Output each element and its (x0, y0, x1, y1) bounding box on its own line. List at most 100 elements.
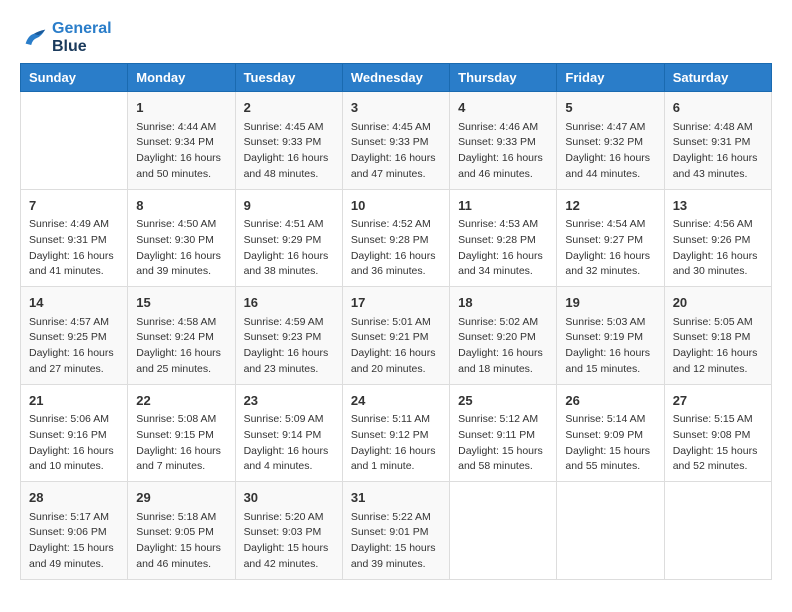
calendar-cell: 11Sunrise: 4:53 AM Sunset: 9:28 PM Dayli… (450, 189, 557, 287)
day-number: 1 (136, 98, 226, 118)
day-number: 27 (673, 391, 763, 411)
day-number: 14 (29, 293, 119, 313)
day-number: 4 (458, 98, 548, 118)
day-info: Sunrise: 4:45 AM Sunset: 9:33 PM Dayligh… (244, 120, 334, 183)
day-number: 15 (136, 293, 226, 313)
calendar-cell (664, 482, 771, 580)
day-info: Sunrise: 5:01 AM Sunset: 9:21 PM Dayligh… (351, 315, 441, 378)
day-number: 29 (136, 488, 226, 508)
day-info: Sunrise: 4:48 AM Sunset: 9:31 PM Dayligh… (673, 120, 763, 183)
logo-icon (20, 24, 48, 52)
calendar-cell (557, 482, 664, 580)
calendar-cell: 4Sunrise: 4:46 AM Sunset: 9:33 PM Daylig… (450, 92, 557, 190)
day-number: 17 (351, 293, 441, 313)
calendar-cell: 23Sunrise: 5:09 AM Sunset: 9:14 PM Dayli… (235, 384, 342, 482)
day-number: 24 (351, 391, 441, 411)
day-number: 20 (673, 293, 763, 313)
calendar-cell: 15Sunrise: 4:58 AM Sunset: 9:24 PM Dayli… (128, 287, 235, 385)
calendar-cell: 26Sunrise: 5:14 AM Sunset: 9:09 PM Dayli… (557, 384, 664, 482)
day-info: Sunrise: 4:53 AM Sunset: 9:28 PM Dayligh… (458, 217, 548, 280)
logo: General Blue (20, 20, 112, 55)
calendar-cell: 10Sunrise: 4:52 AM Sunset: 9:28 PM Dayli… (342, 189, 449, 287)
logo-text: General Blue (52, 20, 112, 55)
day-number: 28 (29, 488, 119, 508)
day-number: 25 (458, 391, 548, 411)
day-info: Sunrise: 4:50 AM Sunset: 9:30 PM Dayligh… (136, 217, 226, 280)
day-info: Sunrise: 5:08 AM Sunset: 9:15 PM Dayligh… (136, 412, 226, 475)
day-info: Sunrise: 5:02 AM Sunset: 9:20 PM Dayligh… (458, 315, 548, 378)
calendar-cell: 12Sunrise: 4:54 AM Sunset: 9:27 PM Dayli… (557, 189, 664, 287)
day-info: Sunrise: 5:06 AM Sunset: 9:16 PM Dayligh… (29, 412, 119, 475)
week-row-2: 7Sunrise: 4:49 AM Sunset: 9:31 PM Daylig… (21, 189, 772, 287)
day-info: Sunrise: 4:54 AM Sunset: 9:27 PM Dayligh… (565, 217, 655, 280)
calendar-cell: 5Sunrise: 4:47 AM Sunset: 9:32 PM Daylig… (557, 92, 664, 190)
calendar-cell: 8Sunrise: 4:50 AM Sunset: 9:30 PM Daylig… (128, 189, 235, 287)
day-info: Sunrise: 4:49 AM Sunset: 9:31 PM Dayligh… (29, 217, 119, 280)
day-info: Sunrise: 4:46 AM Sunset: 9:33 PM Dayligh… (458, 120, 548, 183)
week-row-1: 1Sunrise: 4:44 AM Sunset: 9:34 PM Daylig… (21, 92, 772, 190)
page-header: General Blue (20, 20, 772, 55)
calendar-cell: 1Sunrise: 4:44 AM Sunset: 9:34 PM Daylig… (128, 92, 235, 190)
column-header-wednesday: Wednesday (342, 64, 449, 92)
day-info: Sunrise: 4:57 AM Sunset: 9:25 PM Dayligh… (29, 315, 119, 378)
calendar-cell: 28Sunrise: 5:17 AM Sunset: 9:06 PM Dayli… (21, 482, 128, 580)
day-number: 10 (351, 196, 441, 216)
day-info: Sunrise: 5:05 AM Sunset: 9:18 PM Dayligh… (673, 315, 763, 378)
column-header-saturday: Saturday (664, 64, 771, 92)
calendar-cell: 27Sunrise: 5:15 AM Sunset: 9:08 PM Dayli… (664, 384, 771, 482)
calendar-cell: 31Sunrise: 5:22 AM Sunset: 9:01 PM Dayli… (342, 482, 449, 580)
week-row-5: 28Sunrise: 5:17 AM Sunset: 9:06 PM Dayli… (21, 482, 772, 580)
day-info: Sunrise: 4:58 AM Sunset: 9:24 PM Dayligh… (136, 315, 226, 378)
day-number: 6 (673, 98, 763, 118)
calendar-cell: 17Sunrise: 5:01 AM Sunset: 9:21 PM Dayli… (342, 287, 449, 385)
calendar-cell: 24Sunrise: 5:11 AM Sunset: 9:12 PM Dayli… (342, 384, 449, 482)
day-number: 8 (136, 196, 226, 216)
calendar-cell: 7Sunrise: 4:49 AM Sunset: 9:31 PM Daylig… (21, 189, 128, 287)
day-info: Sunrise: 5:09 AM Sunset: 9:14 PM Dayligh… (244, 412, 334, 475)
day-number: 5 (565, 98, 655, 118)
day-info: Sunrise: 5:14 AM Sunset: 9:09 PM Dayligh… (565, 412, 655, 475)
day-info: Sunrise: 4:52 AM Sunset: 9:28 PM Dayligh… (351, 217, 441, 280)
day-number: 11 (458, 196, 548, 216)
column-header-thursday: Thursday (450, 64, 557, 92)
column-header-monday: Monday (128, 64, 235, 92)
day-info: Sunrise: 5:20 AM Sunset: 9:03 PM Dayligh… (244, 510, 334, 573)
week-row-4: 21Sunrise: 5:06 AM Sunset: 9:16 PM Dayli… (21, 384, 772, 482)
calendar-cell (21, 92, 128, 190)
day-number: 19 (565, 293, 655, 313)
day-number: 13 (673, 196, 763, 216)
day-info: Sunrise: 5:15 AM Sunset: 9:08 PM Dayligh… (673, 412, 763, 475)
calendar-cell: 18Sunrise: 5:02 AM Sunset: 9:20 PM Dayli… (450, 287, 557, 385)
week-row-3: 14Sunrise: 4:57 AM Sunset: 9:25 PM Dayli… (21, 287, 772, 385)
header-row: SundayMondayTuesdayWednesdayThursdayFrid… (21, 64, 772, 92)
calendar-cell: 25Sunrise: 5:12 AM Sunset: 9:11 PM Dayli… (450, 384, 557, 482)
day-number: 9 (244, 196, 334, 216)
day-info: Sunrise: 5:11 AM Sunset: 9:12 PM Dayligh… (351, 412, 441, 475)
day-number: 21 (29, 391, 119, 411)
column-header-tuesday: Tuesday (235, 64, 342, 92)
day-info: Sunrise: 4:44 AM Sunset: 9:34 PM Dayligh… (136, 120, 226, 183)
calendar-cell: 29Sunrise: 5:18 AM Sunset: 9:05 PM Dayli… (128, 482, 235, 580)
calendar-table: SundayMondayTuesdayWednesdayThursdayFrid… (20, 63, 772, 580)
day-number: 18 (458, 293, 548, 313)
calendar-cell: 30Sunrise: 5:20 AM Sunset: 9:03 PM Dayli… (235, 482, 342, 580)
calendar-cell: 21Sunrise: 5:06 AM Sunset: 9:16 PM Dayli… (21, 384, 128, 482)
day-number: 16 (244, 293, 334, 313)
day-info: Sunrise: 5:22 AM Sunset: 9:01 PM Dayligh… (351, 510, 441, 573)
day-number: 12 (565, 196, 655, 216)
calendar-cell: 13Sunrise: 4:56 AM Sunset: 9:26 PM Dayli… (664, 189, 771, 287)
day-info: Sunrise: 4:51 AM Sunset: 9:29 PM Dayligh… (244, 217, 334, 280)
calendar-cell: 22Sunrise: 5:08 AM Sunset: 9:15 PM Dayli… (128, 384, 235, 482)
calendar-cell: 6Sunrise: 4:48 AM Sunset: 9:31 PM Daylig… (664, 92, 771, 190)
calendar-cell: 9Sunrise: 4:51 AM Sunset: 9:29 PM Daylig… (235, 189, 342, 287)
calendar-cell: 19Sunrise: 5:03 AM Sunset: 9:19 PM Dayli… (557, 287, 664, 385)
day-info: Sunrise: 4:56 AM Sunset: 9:26 PM Dayligh… (673, 217, 763, 280)
calendar-cell (450, 482, 557, 580)
day-number: 3 (351, 98, 441, 118)
day-info: Sunrise: 5:18 AM Sunset: 9:05 PM Dayligh… (136, 510, 226, 573)
day-info: Sunrise: 5:12 AM Sunset: 9:11 PM Dayligh… (458, 412, 548, 475)
day-info: Sunrise: 5:03 AM Sunset: 9:19 PM Dayligh… (565, 315, 655, 378)
calendar-cell: 16Sunrise: 4:59 AM Sunset: 9:23 PM Dayli… (235, 287, 342, 385)
day-number: 31 (351, 488, 441, 508)
day-info: Sunrise: 5:17 AM Sunset: 9:06 PM Dayligh… (29, 510, 119, 573)
